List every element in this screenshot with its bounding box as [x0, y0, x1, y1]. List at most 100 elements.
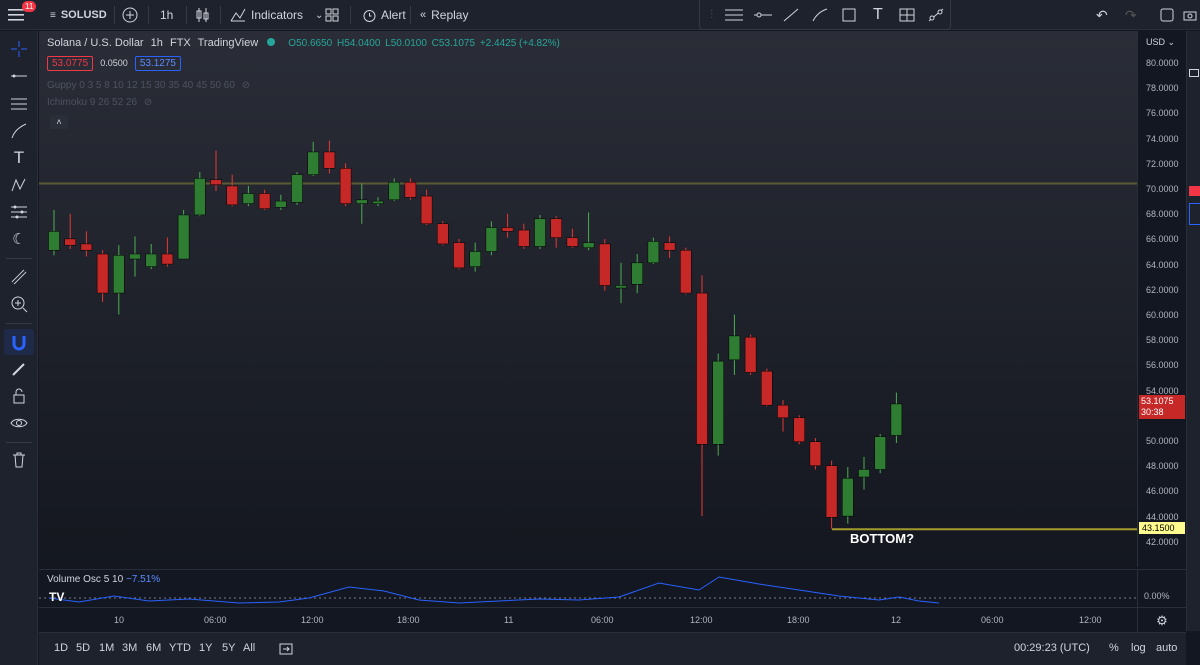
oscillator-legend[interactable]: Volume Osc 5 10 −7.51%: [47, 574, 160, 585]
candle-type-button[interactable]: [196, 0, 210, 30]
eye-hidden-icon[interactable]: ⊘: [242, 80, 250, 91]
ruler-tool[interactable]: [4, 264, 34, 290]
price-axis-label: 60.0000: [1146, 310, 1179, 320]
ichimoku-indicator-legend[interactable]: Ichimoku 9 26 52 26 ⊘: [47, 97, 152, 108]
change-value: +2.4425 (+4.82%): [479, 38, 560, 49]
icons-tool[interactable]: ☾: [4, 226, 34, 252]
lock-tool[interactable]: [4, 383, 34, 409]
brush-tool[interactable]: [4, 118, 34, 144]
symbol-title[interactable]: Solana / U.S. Dollar: [47, 37, 144, 49]
camera-button[interactable]: [1183, 0, 1197, 30]
undo-icon: ↶: [1096, 6, 1108, 23]
magnet-tool[interactable]: [4, 329, 34, 355]
visibility-tool[interactable]: [4, 410, 34, 436]
symbol-label: SOLUSD: [60, 9, 107, 21]
layout-button[interactable]: [325, 0, 339, 30]
chart-legend: Solana / U.S. Dollar 1h FTX TradingView …: [47, 37, 562, 49]
compare-symbol-button[interactable]: [122, 0, 138, 30]
candle: [80, 231, 93, 257]
percent-scale-button[interactable]: %: [1109, 642, 1119, 654]
text-tool-button[interactable]: T: [864, 1, 893, 29]
candlestick-chart[interactable]: [39, 31, 1137, 567]
date-range-button[interactable]: [279, 642, 293, 659]
fullscreen-button[interactable]: [1160, 0, 1174, 30]
brush-tool-button[interactable]: [806, 1, 835, 29]
prediction-tool[interactable]: [4, 199, 34, 225]
candle: [550, 216, 562, 248]
trendline-tool-button[interactable]: [777, 1, 806, 29]
price-axis-label: 66.0000: [1146, 234, 1179, 245]
eye-hidden-icon[interactable]: ⊘: [144, 97, 152, 108]
volume-oscillator-pane[interactable]: Volume Osc 5 10 −7.51% TV: [39, 569, 1137, 607]
auto-scale-button[interactable]: auto: [1156, 642, 1177, 654]
range-button-6m[interactable]: 6M: [146, 642, 161, 654]
zoom-tool[interactable]: [4, 291, 34, 317]
candle: [275, 194, 287, 210]
candle: [48, 209, 60, 256]
indicators-label: Indicators: [251, 8, 304, 22]
lines-tool-button[interactable]: [719, 1, 748, 29]
rectangle-tool-button[interactable]: [835, 1, 864, 29]
stay-drawing-tool[interactable]: [4, 356, 34, 382]
legend-interval: 1h: [150, 37, 163, 49]
last-price: 53.1075: [1141, 396, 1174, 406]
candle: [258, 189, 271, 210]
buy-button[interactable]: 53.1275: [134, 56, 181, 71]
line-tool[interactable]: [4, 63, 34, 89]
crosshair-icon: [11, 41, 27, 57]
price-axis[interactable]: USD ⌄ 80.0000 78.0000 76.0000 74.0000 72.000…: [1137, 31, 1186, 567]
text-tool[interactable]: T: [4, 145, 34, 171]
range-button-1m[interactable]: 1M: [99, 642, 114, 654]
symbol-search[interactable]: ≡ SOLUSD: [50, 0, 107, 30]
pen-icon: [11, 123, 27, 139]
range-button-5y[interactable]: 5Y: [222, 642, 235, 654]
alert-button[interactable]: Alert: [362, 0, 406, 30]
replay-label: Replay: [431, 8, 469, 22]
moon-icon: ☾: [12, 231, 26, 248]
watchlist-icon[interactable]: [1189, 69, 1199, 77]
collapse-legend-button[interactable]: ˄: [50, 115, 68, 129]
undo-button[interactable]: ↶: [1096, 0, 1108, 30]
bottom-annotation[interactable]: BOTTOM?: [850, 531, 914, 546]
channel-tool[interactable]: [4, 91, 34, 117]
brush-icon: [812, 8, 828, 21]
pattern-tool[interactable]: [4, 172, 34, 198]
range-button-ytd[interactable]: YTD: [169, 642, 191, 654]
chart-pane[interactable]: Solana / U.S. Dollar 1h FTX TradingView …: [39, 31, 1137, 567]
indicators-button[interactable]: Indicators ⌄: [230, 0, 323, 30]
open-value: O50.6650: [288, 38, 333, 49]
remove-drawings-tool[interactable]: [4, 447, 34, 473]
price-axis-label: 70.0000: [1146, 184, 1179, 194]
alarm-clock-icon: [363, 9, 376, 22]
time-axis-label: 12:00: [301, 615, 324, 625]
chart-settings-button[interactable]: ⚙: [1137, 607, 1186, 632]
currency-label[interactable]: USD ⌄: [1146, 37, 1175, 48]
candle: [680, 247, 692, 295]
hline-tool-button[interactable]: [748, 1, 777, 29]
range-button-3m[interactable]: 3M: [122, 642, 137, 654]
time-axis[interactable]: 10 06:00 12:00 18:00 11 06:00 12:00 18:00 12 06:0…: [39, 607, 1137, 632]
panel-indicator[interactable]: [1189, 203, 1200, 225]
fib-tool-button[interactable]: [892, 1, 921, 29]
sell-button[interactable]: 53.0775: [47, 56, 94, 71]
chevron-down-icon[interactable]: ⌄: [315, 10, 323, 21]
drag-handle-icon[interactable]: ⋮: [704, 1, 719, 29]
alerts-icon[interactable]: [1189, 186, 1200, 196]
replay-button[interactable]: « Replay: [420, 0, 468, 30]
tradingview-logo: TV: [49, 590, 65, 604]
redo-button[interactable]: ↷: [1125, 0, 1137, 30]
interval-button[interactable]: 1h: [160, 0, 173, 30]
range-button-1y[interactable]: 1Y: [199, 642, 212, 654]
guppy-indicator-legend[interactable]: Guppy 0 3 5 8 10 12 15 30 35 40 45 50 60…: [47, 80, 250, 91]
last-price-tag: 53.1075 30:38: [1139, 395, 1185, 419]
measure-tool-button[interactable]: [921, 1, 950, 29]
log-scale-button[interactable]: log: [1131, 642, 1146, 654]
clock-display[interactable]: 00:29:23 (UTC): [1014, 642, 1090, 654]
ruler-icon: [11, 269, 27, 285]
crosshair-tool[interactable]: [4, 36, 34, 62]
range-button-5d[interactable]: 5D: [76, 642, 90, 654]
range-button-1d[interactable]: 1D: [54, 642, 68, 654]
range-button-all[interactable]: All: [243, 642, 255, 654]
candle: [161, 237, 174, 267]
candle: [858, 456, 870, 490]
